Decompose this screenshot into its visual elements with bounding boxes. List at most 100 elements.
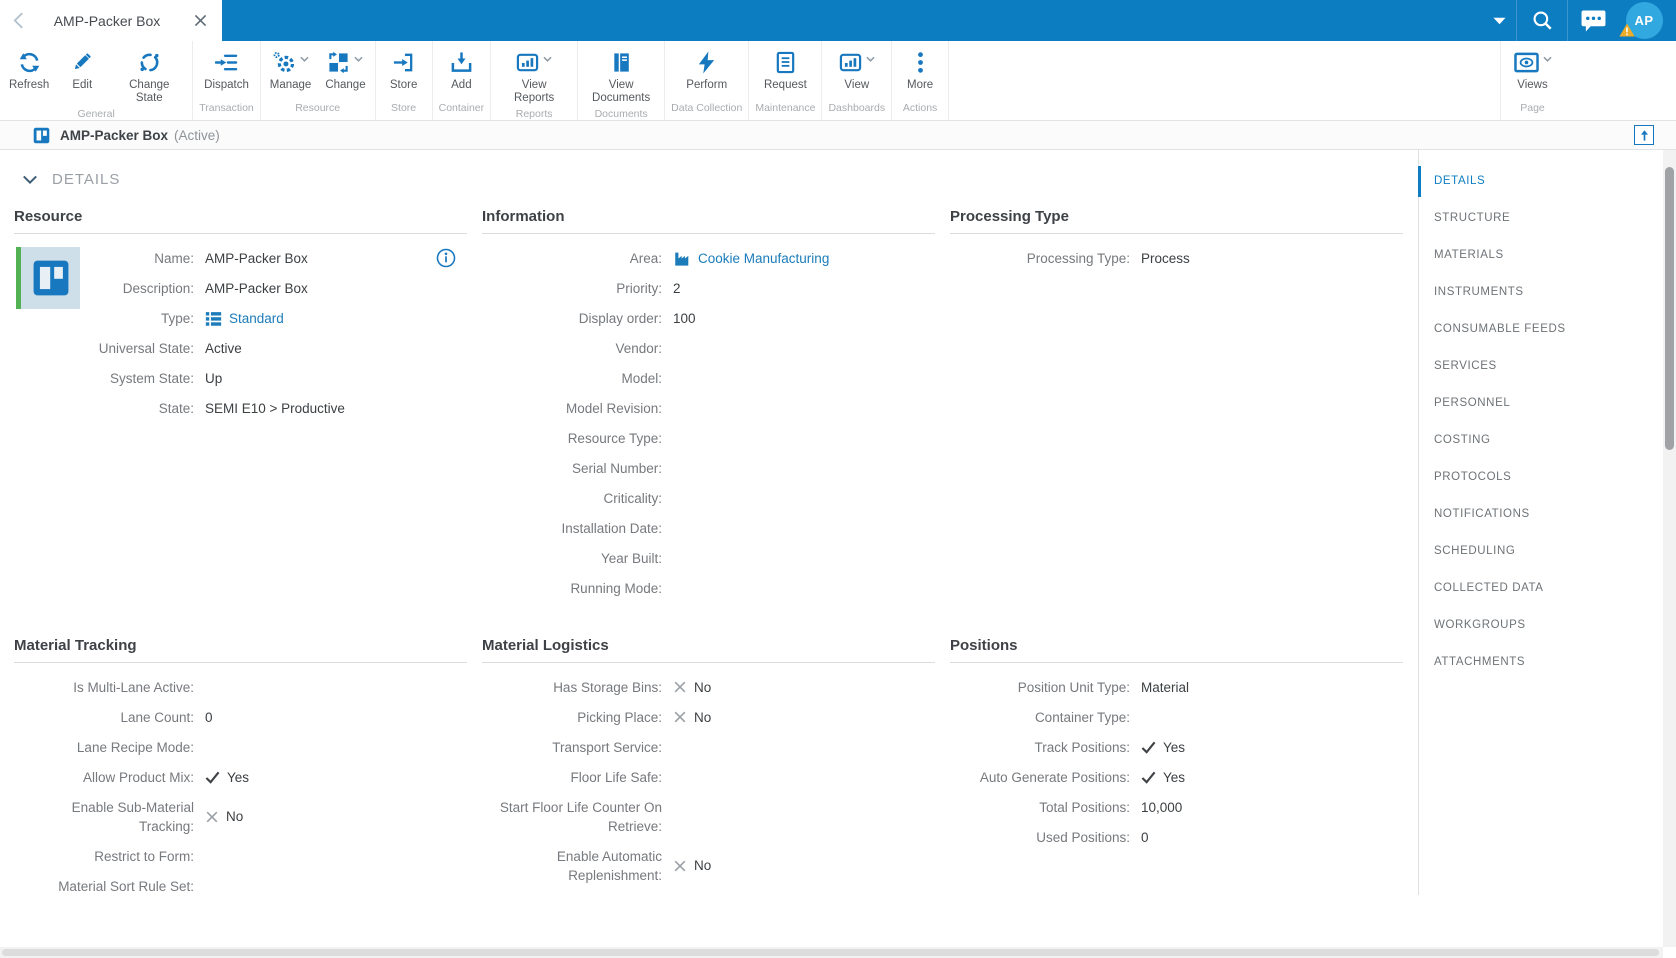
main-content: DETAILS Resource Name: AMP-Packer Box Desc… [0, 150, 1418, 947]
ribbon-button-view[interactable]: View [831, 49, 883, 92]
resource-icon [33, 127, 50, 144]
ribbon-button-manage[interactable]: Manage [263, 49, 319, 92]
ribbon-button-change[interactable]: Change [318, 49, 372, 92]
close-icon[interactable] [194, 14, 207, 32]
field-label: Priority: [616, 280, 662, 296]
field-value-link[interactable]: Standard [229, 309, 284, 328]
field-label: Serial Number: [571, 460, 662, 476]
chevron-down-icon [22, 174, 38, 185]
user-menu[interactable]: AP [1618, 2, 1670, 39]
panel-title: Positions [950, 636, 1403, 663]
chat-icon[interactable] [1568, 0, 1618, 41]
nav-item-instruments[interactable]: INSTRUMENTS [1419, 274, 1663, 311]
panel-title: Material Logistics [482, 636, 935, 663]
ribbon-group-reports: View Reports Reports [491, 41, 579, 120]
ribbon-button-views[interactable]: Views [1507, 49, 1559, 92]
cross-icon [673, 680, 687, 694]
field-value-link[interactable]: Cookie Manufacturing [698, 249, 829, 268]
nav-item-notifications[interactable]: NOTIFICATIONS [1419, 496, 1663, 533]
field-row: Picking Place: No [482, 702, 935, 732]
ribbon-button-label: Add [451, 79, 472, 91]
nav-item-consumable-feeds[interactable]: CONSUMABLE FEEDS [1419, 311, 1663, 348]
ribbon-button-view-reports[interactable]: View Reports [493, 49, 575, 105]
panel-positions: Positions Position Unit Type: Material Con… [950, 636, 1403, 901]
ribbon-button-dispatch[interactable]: Dispatch [197, 49, 256, 92]
ribbon-button-perform[interactable]: Perform [679, 49, 734, 92]
ribbon-button-change-state[interactable]: Change State [108, 49, 190, 105]
ribbon-button-label: Change [325, 79, 366, 91]
chevron-down-icon [866, 56, 875, 62]
panel-title: Resource [14, 207, 467, 234]
nav-item-costing[interactable]: COSTING [1419, 422, 1663, 459]
search-icon[interactable] [1517, 0, 1567, 41]
ribbon-group-resource: Manage Change Resource [261, 41, 376, 120]
refresh-icon [18, 51, 41, 74]
field-row: Has Storage Bins: No [482, 672, 935, 702]
ribbon-button-edit[interactable]: Edit [56, 49, 108, 92]
ribbon-button-refresh[interactable]: Refresh [2, 49, 56, 92]
chevron-down-icon [1542, 56, 1552, 62]
field-row: Criticality: [482, 483, 935, 513]
view-documents-icon [610, 51, 633, 74]
field-value: Active [205, 340, 242, 356]
field-value: 0 [205, 709, 213, 725]
ribbon-toolbar: Refresh Edit Change State General Dispatch Tr… [0, 41, 1676, 121]
type-list-icon [205, 310, 222, 327]
ribbon-group-label: Container [438, 102, 485, 114]
nav-item-personnel[interactable]: PERSONNEL [1419, 385, 1663, 422]
ribbon-button-request[interactable]: Request [757, 49, 814, 92]
field-label: Has Storage Bins: [553, 679, 662, 695]
panel-material-logistics: Material Logistics Has Storage Bins: No Pi… [482, 636, 935, 901]
nav-item-workgroups[interactable]: WORKGROUPS [1419, 607, 1663, 644]
vertical-scrollbar-thumb[interactable] [1665, 167, 1674, 450]
field-row: System State: Up [14, 363, 467, 393]
field-row: Lane Recipe Mode: [14, 732, 467, 762]
ribbon-button-more[interactable]: More [894, 49, 946, 92]
field-row: Model: [482, 363, 935, 393]
horizontal-scrollbar-thumb[interactable] [2, 949, 1659, 956]
expand-panel-icon[interactable] [1634, 125, 1654, 145]
field-row: Priority: 2 [482, 273, 935, 303]
nav-item-collected-data[interactable]: COLLECTED DATA [1419, 570, 1663, 607]
panel-resource: Resource Name: AMP-Packer Box Description:… [14, 207, 467, 603]
ribbon-group-general: Refresh Edit Change State General [0, 41, 194, 120]
horizontal-scrollbar[interactable] [0, 947, 1663, 958]
field-label: Model Revision: [565, 400, 662, 416]
nav-item-services[interactable]: SERVICES [1419, 348, 1663, 385]
field-label: Transport Service: [552, 739, 662, 755]
field-label: Running Mode: [570, 580, 662, 596]
chevron-down-icon[interactable] [1482, 0, 1516, 41]
nav-item-scheduling[interactable]: SCHEDULING [1419, 533, 1663, 570]
field-label: Enable Sub-Material Tracking: [71, 799, 194, 834]
field-label: Resource Type: [567, 430, 662, 446]
field-label: Position Unit Type: [1017, 679, 1130, 695]
ribbon-button-store[interactable]: Store [378, 49, 430, 92]
field-label: Processing Type: [1026, 250, 1130, 266]
field-row: Enable Sub-Material Tracking: No [14, 792, 467, 841]
nav-item-attachments[interactable]: ATTACHMENTS [1419, 644, 1663, 681]
ribbon-button-view-documents[interactable]: View Documents [580, 49, 662, 105]
top-right-actions: AP [1482, 0, 1676, 41]
ribbon-button-add[interactable]: Add [435, 49, 487, 92]
ribbon-button-label: Change State [129, 79, 170, 104]
field-value: No [694, 858, 712, 873]
panel-title: Processing Type [950, 207, 1403, 234]
field-row: Restrict to Form: [14, 841, 467, 871]
document-tab[interactable]: AMP-Packer Box [0, 0, 222, 41]
field-label: Area: [629, 250, 662, 266]
field-value: Material [1141, 679, 1190, 695]
details-section-toggle[interactable]: DETAILS [22, 171, 1418, 188]
chevron-down-icon [354, 56, 364, 62]
info-icon[interactable] [435, 247, 457, 274]
back-chevron-icon[interactable] [13, 11, 24, 35]
nav-item-structure[interactable]: STRUCTURE [1419, 200, 1663, 237]
vertical-scrollbar[interactable] [1663, 150, 1676, 947]
ribbon-button-label: Views [1517, 79, 1548, 91]
nav-item-details[interactable]: DETAILS [1418, 163, 1663, 200]
field-label: System State: [109, 370, 194, 386]
field-row: Transport Service: [482, 732, 935, 762]
nav-item-protocols[interactable]: PROTOCOLS [1419, 459, 1663, 496]
nav-item-materials[interactable]: MATERIALS [1419, 237, 1663, 274]
change-state-icon [138, 51, 161, 74]
field-label: Criticality: [603, 490, 662, 506]
